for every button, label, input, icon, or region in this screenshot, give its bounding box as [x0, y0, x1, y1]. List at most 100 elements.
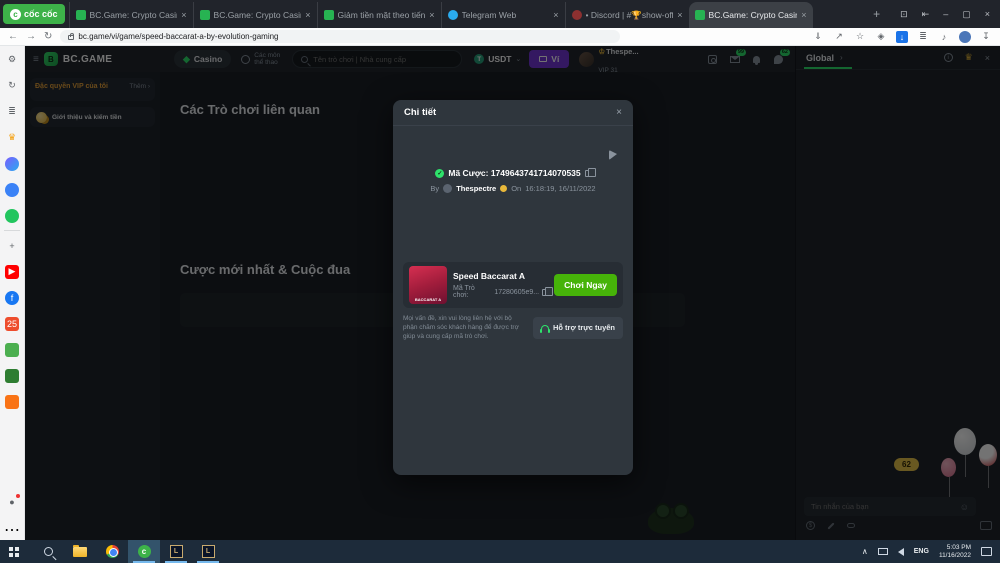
coccoc-news-icon[interactable] — [5, 182, 20, 197]
leaf-app-icon[interactable] — [5, 368, 20, 383]
tab-close-icon[interactable]: × — [429, 10, 434, 20]
games-icon[interactable] — [5, 208, 20, 223]
league-game-button[interactable]: L — [192, 540, 224, 563]
rail-more-icon[interactable]: ⋯ — [4, 520, 20, 540]
bcgame-favicon — [200, 10, 210, 20]
network-icon[interactable] — [878, 548, 888, 555]
window-controls: ⊡ ⇤ – ▢ × — [890, 9, 1000, 20]
tab-preview-icon[interactable]: ⊡ — [900, 9, 908, 20]
messenger-icon[interactable] — [5, 156, 20, 171]
chrome-icon — [106, 545, 119, 558]
reload-button[interactable]: ↻ — [44, 31, 52, 42]
bcgame-favicon — [76, 10, 86, 20]
copy-icon[interactable] — [542, 289, 548, 296]
settings-icon[interactable]: ⚙ — [5, 52, 20, 67]
coccoc-brand-button[interactable]: c cốc cốc — [3, 4, 65, 24]
game-panel: BACCARAT A Speed Baccarat A Mã Trò chơi:… — [403, 262, 623, 308]
youtube-icon[interactable]: ▶ — [5, 264, 20, 279]
action-center-icon[interactable] — [981, 547, 992, 556]
games-icon — [5, 209, 19, 223]
screen: c cốc cốc BC.Game: Crypto Casino Gan×BC.… — [0, 0, 1000, 563]
shopee-sale-icon[interactable]: 25 — [5, 316, 20, 331]
reading-list-icon[interactable]: ≣ — [917, 31, 929, 43]
hidden-icons-button[interactable]: ∧ — [862, 547, 868, 556]
bet-by-row: By Thespectre On 16:18:19, 16/11/2022 — [393, 184, 633, 193]
add-shortcut-icon[interactable]: + — [5, 238, 20, 253]
bookmark-star-icon[interactable]: ☆ — [854, 31, 866, 43]
media-control-icon[interactable]: ♪ — [938, 31, 950, 43]
folder-icon — [73, 547, 87, 557]
tab-close-icon[interactable]: × — [181, 10, 186, 20]
browser-tab[interactable]: Giảm tiền mặt theo tiến hóa!× — [317, 2, 441, 28]
start-button[interactable] — [0, 540, 32, 563]
play-now-button[interactable]: Chơi Ngay — [554, 274, 617, 296]
browser-tab[interactable]: • Discord | #🏆show-off-you× — [565, 2, 689, 28]
coccoc-taskbar-button[interactable]: c — [128, 540, 160, 563]
back-button[interactable]: ← — [8, 31, 18, 42]
reading-list-icon[interactable]: ≣ — [5, 104, 20, 119]
browser-side-rail: ⚙ ↻ ≣ ♛ + ▶ f 25 ● ⋯ — [0, 46, 25, 540]
browser-tab[interactable]: Telegram Web× — [441, 2, 565, 28]
adblock-shield-icon[interactable]: ◈ — [875, 31, 887, 43]
player-name[interactable]: Thespectre — [456, 184, 496, 193]
close-button[interactable]: × — [985, 9, 990, 19]
bcgame-favicon — [695, 10, 705, 20]
coccoc-logo-icon: c — [10, 9, 21, 20]
facebook-icon[interactable]: f — [5, 290, 20, 305]
tab-title: BC.Game: Crypto Casino Gan — [709, 10, 798, 20]
bet-id-label: Mã Cược: — [448, 168, 488, 178]
modal-title: Chi tiết — [404, 107, 436, 118]
add-shortcut-icon: + — [5, 239, 19, 253]
volume-icon[interactable] — [898, 548, 904, 556]
game-name: Speed Baccarat A — [453, 271, 548, 281]
copy-icon[interactable] — [585, 170, 591, 177]
game-thumbnail: BACCARAT A — [409, 266, 447, 304]
taskbar-search-button[interactable] — [32, 540, 64, 563]
youtube-icon: ▶ — [5, 265, 19, 279]
browser-tab[interactable]: BC.Game: Crypto Casino Gan× — [69, 2, 193, 28]
rail-bell-icon[interactable]: ● — [5, 494, 20, 509]
evo-favicon — [324, 10, 334, 20]
minimize-button[interactable]: – — [943, 9, 948, 19]
tab-title: BC.Game: Crypto Casino Gan — [90, 10, 178, 20]
tab-close-icon[interactable]: × — [305, 10, 310, 20]
facebook-icon: f — [5, 291, 19, 305]
pin-sidebar-icon[interactable]: ⇤ — [922, 9, 930, 20]
maximize-button[interactable]: ▢ — [962, 9, 971, 20]
league-icon: L — [202, 545, 215, 558]
file-explorer-button[interactable] — [64, 540, 96, 563]
history-icon[interactable]: ↻ — [5, 78, 20, 93]
share-icon[interactable]: ↗ — [833, 31, 845, 43]
close-icon[interactable]: × — [616, 107, 622, 118]
coccoc-news-icon — [5, 183, 19, 197]
rail-divider — [4, 230, 20, 231]
tab-title: Giảm tiền mặt theo tiến hóa! — [338, 10, 426, 20]
game-id-value: 17280605e9... — [494, 289, 539, 296]
clock[interactable]: 5:03 PM 11/16/2022 — [939, 544, 971, 560]
forward-button[interactable]: → — [26, 31, 36, 42]
cart-app-icon[interactable] — [5, 394, 20, 409]
bet-datetime: 16:18:19, 16/11/2022 — [525, 184, 595, 193]
profile-avatar-icon[interactable] — [959, 31, 971, 43]
bet-id-value: 1749643741714070535 — [491, 168, 581, 178]
new-tab-button[interactable]: + — [863, 7, 890, 21]
share-icon[interactable] — [609, 150, 617, 160]
live-support-button[interactable]: Hỗ trợ trực tuyến — [533, 317, 623, 339]
language-indicator[interactable]: ENG — [914, 548, 929, 555]
download-manager-icon[interactable]: ↓ — [896, 31, 908, 43]
tab-close-icon[interactable]: × — [553, 10, 558, 20]
bookmarks-crown-icon[interactable]: ♛ — [5, 130, 20, 145]
tab-close-icon[interactable]: × — [677, 10, 682, 20]
chrome-button[interactable] — [96, 540, 128, 563]
browser-tab[interactable]: BC.Game: Crypto Casino Gan× — [689, 2, 813, 28]
downloads-tray-icon[interactable]: ↧ — [980, 31, 992, 43]
tab-strip: BC.Game: Crypto Casino Gan×BC.Game: Cryp… — [69, 0, 864, 28]
league-client-button[interactable]: L — [160, 540, 192, 563]
address-bar[interactable]: bc.game/vi/game/speed-baccarat-a-by-evol… — [60, 30, 620, 43]
tab-close-icon[interactable]: × — [801, 10, 806, 20]
browser-tab[interactable]: BC.Game: Crypto Casino Gan× — [193, 2, 317, 28]
history-icon: ↻ — [5, 79, 19, 93]
green-app-icon[interactable] — [5, 342, 20, 357]
player-avatar — [443, 184, 452, 193]
save-page-icon[interactable]: ⇓ — [812, 31, 824, 43]
